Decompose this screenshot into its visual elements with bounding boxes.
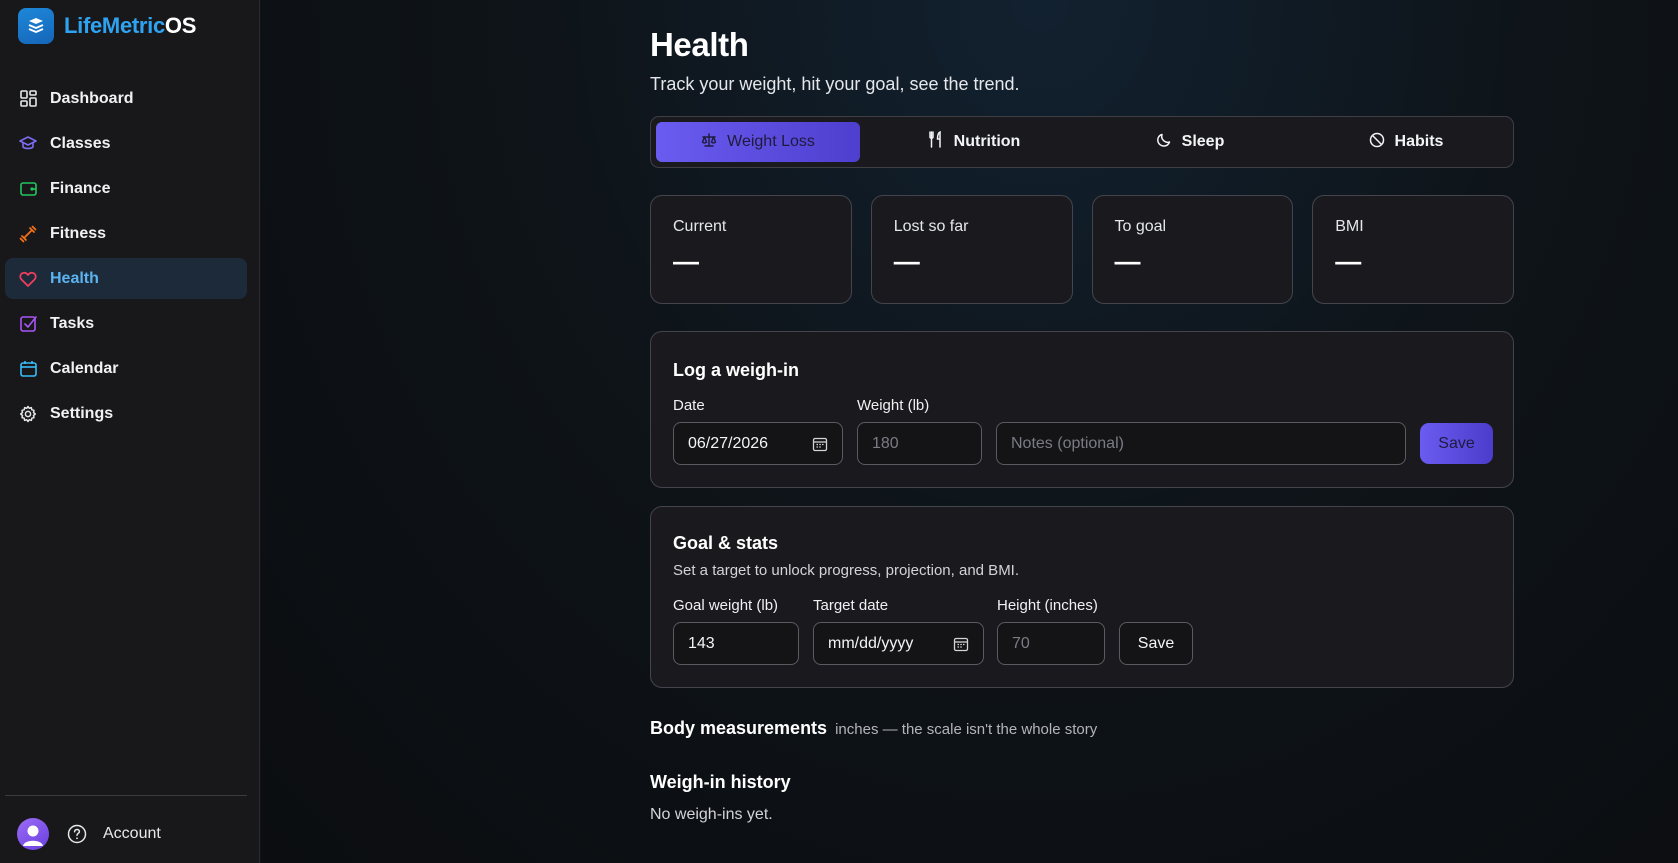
goal-panel-title: Goal & stats bbox=[673, 533, 779, 553]
goal-weight-value: 143 bbox=[688, 634, 715, 652]
checkbox-icon bbox=[19, 315, 37, 333]
utensils-icon bbox=[928, 130, 944, 153]
tab-weight-loss[interactable]: Weight Loss bbox=[656, 122, 860, 162]
notes-input-placeholder: Notes (optional) bbox=[1011, 434, 1124, 452]
brand-name: LifeMetricOS bbox=[64, 13, 196, 39]
weight-label: Weight (lb) bbox=[857, 397, 930, 414]
stat-label: Current bbox=[673, 218, 727, 235]
tab-label: Sleep bbox=[1181, 133, 1225, 150]
stat-card-bmi: BMI — bbox=[1312, 195, 1514, 304]
height-label: Height (inches) bbox=[997, 597, 1098, 614]
stat-label: To goal bbox=[1114, 218, 1167, 235]
avatar[interactable] bbox=[17, 818, 49, 850]
stat-card-lost: Lost so far — bbox=[870, 195, 1073, 304]
sidebar-item-classes[interactable]: Classes bbox=[5, 123, 247, 164]
stat-value: — bbox=[1335, 246, 1362, 276]
weigh-in-history-empty: No weigh-ins yet. bbox=[650, 806, 773, 823]
stack-layers-icon bbox=[18, 8, 54, 44]
sidebar-item-calendar[interactable]: Calendar bbox=[5, 348, 247, 389]
notes-input[interactable]: Notes (optional) bbox=[996, 422, 1406, 465]
height-input[interactable]: 70 bbox=[997, 622, 1105, 665]
tab-habits[interactable]: Habits bbox=[1304, 122, 1508, 162]
stat-card-to-goal: To goal — bbox=[1091, 195, 1294, 304]
sidebar-divider bbox=[5, 795, 247, 796]
account-area: Account bbox=[17, 818, 161, 850]
body-measurements-note: inches — the scale isn't the whole story bbox=[835, 721, 1098, 738]
gear-icon bbox=[19, 405, 37, 423]
sidebar-item-settings[interactable]: Settings bbox=[5, 393, 247, 434]
target-date-input[interactable]: mm/dd/yyyy bbox=[813, 622, 984, 665]
page-subtitle: Track your weight, hit your goal, see th… bbox=[650, 74, 1020, 94]
sidebar-item-label: Dashboard bbox=[50, 89, 134, 107]
sidebar-item-health[interactable]: Health bbox=[5, 258, 247, 299]
weight-input[interactable]: 180 bbox=[857, 422, 982, 465]
body-measurements-title: Body measurements bbox=[650, 718, 828, 738]
sidebar-item-label: Calendar bbox=[50, 359, 119, 377]
calendar-picker-icon[interactable] bbox=[953, 636, 969, 652]
weigh-in-history-title: Weigh-in history bbox=[650, 772, 791, 792]
stat-label: BMI bbox=[1335, 218, 1364, 235]
sidebar-item-label: Settings bbox=[50, 404, 114, 422]
calendar-icon bbox=[19, 360, 37, 378]
sidebar-item-label: Classes bbox=[50, 134, 111, 152]
dumbbell-icon bbox=[19, 225, 37, 243]
sidebar-item-dashboard[interactable]: Dashboard bbox=[5, 78, 247, 119]
goal-weight-label: Goal weight (lb) bbox=[673, 597, 779, 614]
date-input[interactable]: 06/27/2026 bbox=[673, 422, 843, 465]
health-tabs: Weight Loss Nutrition Sleep Habits bbox=[650, 116, 1514, 168]
goal-panel-description: Set a target to unlock progress, project… bbox=[673, 562, 1020, 579]
tab-nutrition[interactable]: Nutrition bbox=[872, 122, 1076, 162]
sidebar-item-fitness[interactable]: Fitness bbox=[5, 213, 247, 254]
ban-icon bbox=[1369, 132, 1385, 153]
help-icon[interactable] bbox=[67, 824, 87, 844]
sidebar-item-label: Fitness bbox=[50, 224, 107, 242]
stats-row: Current — Lost so far — To goal — BMI — bbox=[650, 195, 1514, 304]
date-label: Date bbox=[673, 397, 705, 414]
main-area: Health Track your weight, hit your goal,… bbox=[261, 0, 1678, 863]
log-panel-title: Log a weigh-in bbox=[673, 360, 799, 380]
tab-label: Habits bbox=[1394, 133, 1444, 150]
date-input-value: 06/27/2026 bbox=[688, 434, 769, 452]
sidebar-item-finance[interactable]: Finance bbox=[5, 168, 247, 209]
page-title: Health bbox=[650, 26, 749, 63]
graduation-cap-icon bbox=[19, 135, 37, 153]
stat-value: — bbox=[893, 246, 920, 276]
moon-icon bbox=[1156, 132, 1172, 153]
brand[interactable]: LifeMetricOS bbox=[18, 8, 196, 44]
wallet-icon bbox=[19, 180, 37, 198]
save-goal-button[interactable]: Save bbox=[1119, 622, 1193, 665]
body-measurements-heading: Body measurements inches — the scale isn'… bbox=[650, 718, 1097, 739]
sidebar-item-label: Health bbox=[50, 269, 99, 287]
goal-weight-input[interactable]: 143 bbox=[673, 622, 799, 665]
target-date-value: mm/dd/yyyy bbox=[828, 634, 914, 652]
tab-sleep[interactable]: Sleep bbox=[1088, 122, 1292, 162]
heart-icon bbox=[19, 270, 37, 288]
tab-label: Weight Loss bbox=[727, 133, 815, 150]
account-link[interactable]: Account bbox=[103, 825, 161, 843]
sidebar-item-tasks[interactable]: Tasks bbox=[5, 303, 247, 344]
height-input-placeholder: 70 bbox=[1012, 634, 1030, 652]
tab-label: Nutrition bbox=[953, 133, 1021, 150]
brand-name-part-a: LifeMetric bbox=[64, 13, 165, 38]
goal-stats-panel: Goal & stats Set a target to unlock prog… bbox=[650, 506, 1514, 688]
sidebar: LifeMetricOS Dashboard Classes Finance F… bbox=[0, 0, 260, 863]
stat-value: — bbox=[1114, 246, 1141, 276]
target-date-label: Target date bbox=[813, 597, 889, 614]
sidebar-item-label: Finance bbox=[50, 179, 111, 197]
weight-input-placeholder: 180 bbox=[872, 434, 899, 452]
stat-card-current: Current — bbox=[650, 195, 852, 304]
log-weigh-in-panel: Log a weigh-in Date Weight (lb) 06/27/20… bbox=[650, 331, 1514, 488]
stat-label: Lost so far bbox=[893, 218, 969, 235]
brand-name-part-b: OS bbox=[164, 13, 197, 38]
save-weigh-in-button[interactable]: Save bbox=[1420, 423, 1493, 464]
calendar-picker-icon[interactable] bbox=[812, 436, 828, 452]
sidebar-item-label: Tasks bbox=[50, 314, 95, 332]
stat-value: — bbox=[673, 246, 699, 276]
scale-icon bbox=[701, 132, 717, 153]
grid-icon bbox=[19, 90, 37, 108]
sidebar-nav: Dashboard Classes Finance Fitness Health bbox=[5, 78, 247, 438]
